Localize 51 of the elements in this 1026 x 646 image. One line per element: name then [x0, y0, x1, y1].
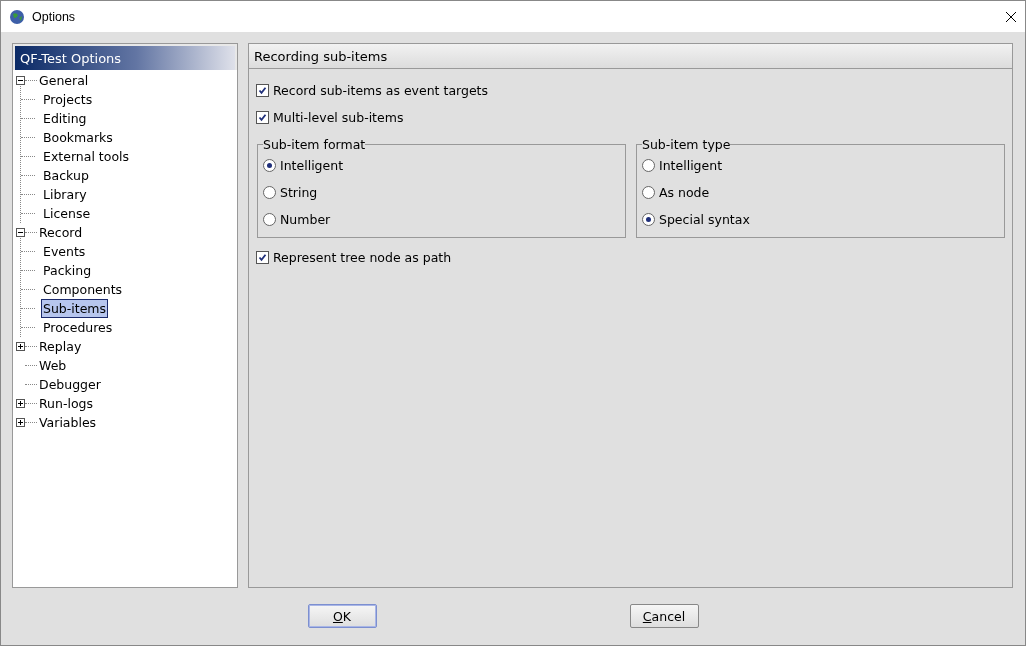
tree-item[interactable]: Projects [41, 90, 95, 109]
dialog-button[interactable]: OK [307, 604, 377, 628]
checkbox[interactable] [256, 251, 269, 264]
checkbox[interactable] [256, 84, 269, 97]
tree-item[interactable]: Library [41, 185, 89, 204]
tree-item[interactable]: Record [37, 223, 85, 242]
expand-icon[interactable] [16, 342, 25, 351]
tree-item[interactable]: Editing [41, 109, 89, 128]
tree-item[interactable]: Procedures [41, 318, 115, 337]
radio-label: Special syntax [659, 212, 750, 227]
panel-title: Recording sub-items [249, 44, 1012, 69]
tree-item[interactable]: Sub-items [41, 299, 109, 318]
tree-item[interactable]: Events [41, 242, 88, 261]
radio-label: As node [659, 185, 710, 200]
window-title: Options [32, 9, 77, 24]
group-title: Sub-item format [263, 137, 366, 152]
collapse-icon[interactable] [16, 228, 25, 237]
tree-item[interactable]: Bookmarks [41, 128, 115, 147]
dialog-button[interactable]: Cancel [629, 604, 699, 628]
checkbox-label: Multi-level sub-items [273, 110, 404, 125]
checkbox-label: Record sub-items as event targets [273, 83, 488, 98]
radio-button[interactable] [263, 213, 276, 226]
app-globe-icon [9, 8, 25, 25]
tree-item[interactable]: Debugger [37, 375, 103, 394]
tree-item[interactable]: Components [41, 280, 125, 299]
close-icon[interactable] [1005, 10, 1017, 23]
tree-item[interactable]: Packing [41, 261, 94, 280]
checkbox-label: Represent tree node as path [273, 250, 452, 265]
tree-item[interactable]: Web [37, 356, 69, 375]
radio-label: Number [280, 212, 331, 227]
radio-button[interactable] [263, 159, 276, 172]
radio-label: String [280, 185, 318, 200]
tree-item[interactable]: Replay [37, 337, 84, 356]
tree-header: QF-Test Options [13, 44, 237, 70]
collapse-icon[interactable] [16, 76, 25, 85]
expand-icon[interactable] [16, 418, 25, 427]
radio-button[interactable] [642, 213, 655, 226]
tree-item[interactable]: External tools [41, 147, 132, 166]
tree-item[interactable]: Variables [37, 413, 99, 432]
expand-icon[interactable] [16, 399, 25, 408]
radio-label: Intelligent [280, 158, 344, 173]
radio-button[interactable] [642, 159, 655, 172]
checkbox[interactable] [256, 111, 269, 124]
tree-item[interactable]: Run-logs [37, 394, 96, 413]
tree-item[interactable]: License [41, 204, 93, 223]
group-title: Sub-item type [642, 137, 731, 152]
tree-item[interactable]: Backup [41, 166, 91, 185]
radio-button[interactable] [263, 186, 276, 199]
radio-button[interactable] [642, 186, 655, 199]
tree-item[interactable]: General [37, 71, 91, 90]
radio-label: Intelligent [659, 158, 723, 173]
